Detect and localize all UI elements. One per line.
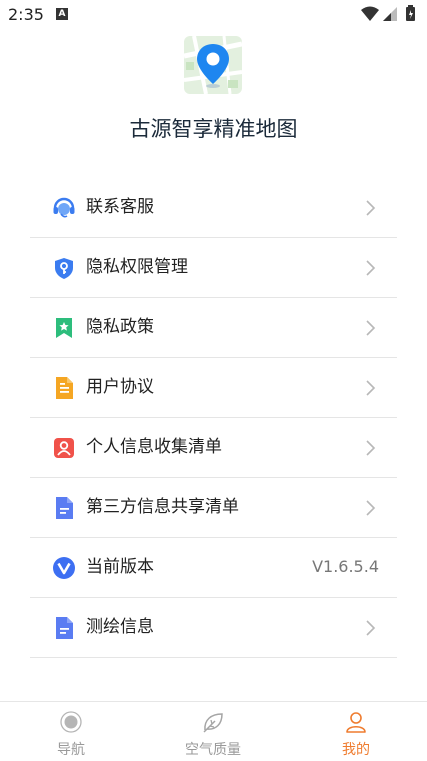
- tab-air-quality[interactable]: 空气质量: [142, 702, 284, 761]
- app-title: 古源智享精准地图: [129, 117, 298, 141]
- status-icons: [359, 5, 419, 27]
- chevron-right-icon: [365, 198, 377, 218]
- menu-item-customer-service[interactable]: 联系客服: [30, 178, 397, 238]
- file-list-icon: [52, 496, 76, 520]
- bottom-nav: 导航 空气质量 我的: [0, 701, 427, 761]
- chevron-right-icon: [365, 318, 377, 338]
- status-time: 2:35: [8, 5, 44, 24]
- chevron-right-icon: [365, 618, 377, 638]
- menu-item-label: 当前版本: [86, 557, 154, 577]
- leaf-icon: [201, 710, 225, 734]
- chevron-right-icon: [365, 258, 377, 278]
- notification-a-icon: A: [56, 8, 68, 20]
- document-icon: [52, 376, 76, 400]
- menu-item-privacy-permissions[interactable]: 隐私权限管理: [30, 238, 397, 298]
- tab-label: 导航: [57, 742, 85, 758]
- privacy-shield-icon: [52, 256, 76, 280]
- app-logo: [184, 36, 242, 94]
- menu-item-label: 第三方信息共享清单: [86, 497, 239, 517]
- menu-item-label: 隐私政策: [86, 317, 154, 337]
- settings-menu: 联系客服 隐私权限管理 隐私政策 用户协议 个人信息收集清单 第三方信息共享清单…: [30, 178, 397, 658]
- menu-item-user-agreement[interactable]: 用户协议: [30, 358, 397, 418]
- menu-item-label: 用户协议: [86, 377, 154, 397]
- menu-item-surveying-info[interactable]: 测绘信息: [30, 598, 397, 658]
- status-bar: 2:35 A: [0, 0, 427, 30]
- menu-item-personal-info-list[interactable]: 个人信息收集清单: [30, 418, 397, 478]
- version-v-icon: [52, 556, 76, 580]
- wifi-icon: [361, 6, 379, 21]
- menu-item-privacy-policy[interactable]: 隐私政策: [30, 298, 397, 358]
- tab-mine[interactable]: 我的: [285, 702, 427, 761]
- bookmark-icon: [52, 316, 76, 340]
- menu-item-label: 测绘信息: [86, 617, 154, 637]
- chevron-right-icon: [365, 438, 377, 458]
- menu-item-label: 隐私权限管理: [86, 257, 188, 277]
- person-card-icon: [52, 436, 76, 460]
- chevron-right-icon: [365, 378, 377, 398]
- menu-item-label: 个人信息收集清单: [86, 437, 222, 457]
- customer-service-icon: [52, 196, 76, 220]
- user-icon: [344, 710, 368, 734]
- version-number: V1.6.5.4: [312, 557, 379, 576]
- menu-item-third-party-sharing[interactable]: 第三方信息共享清单: [30, 478, 397, 538]
- battery-icon: [406, 5, 415, 21]
- menu-item-current-version[interactable]: 当前版本 V1.6.5.4: [30, 538, 397, 598]
- menu-item-label: 联系客服: [86, 197, 154, 217]
- signal-icon: [383, 7, 397, 21]
- file-list-icon: [52, 616, 76, 640]
- navigation-dot-icon: [59, 710, 83, 734]
- tab-label: 空气质量: [185, 742, 241, 758]
- tab-label: 我的: [342, 742, 370, 758]
- chevron-right-icon: [365, 498, 377, 518]
- tab-navigation[interactable]: 导航: [0, 702, 142, 761]
